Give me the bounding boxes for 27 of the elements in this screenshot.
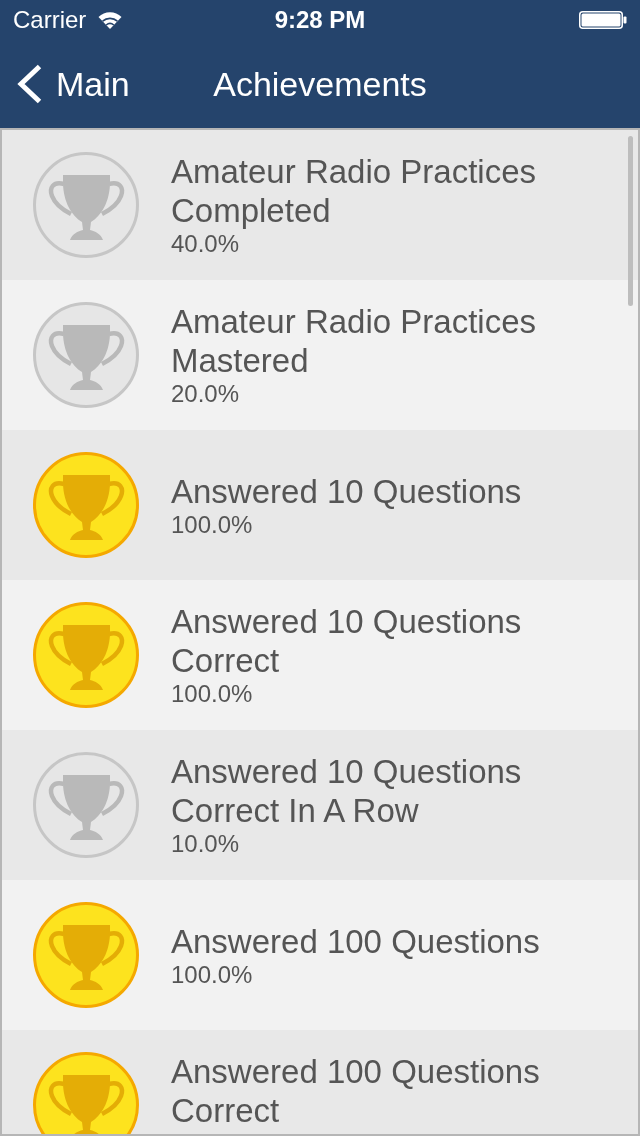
progress-percentage: 10.0%	[171, 830, 240, 858]
progress-percentage: 20.0%	[171, 380, 240, 408]
back-button[interactable]: Main	[0, 64, 130, 104]
achievement-title: Amateur Radio Practices Mastered	[171, 302, 537, 380]
achievement-row[interactable]: Answered 10 Questions Correct 100.0%	[2, 580, 638, 730]
achievement-row[interactable]: Answered 100 Questions 100.0%	[2, 880, 638, 1030]
achievement-row[interactable]: Answered 100 Questions Correct	[2, 1030, 638, 1134]
carrier-name: Carrier	[13, 6, 87, 34]
progress-percentage: 100.0%	[171, 960, 253, 989]
wifi-icon	[98, 11, 123, 29]
progress-percentage: 100.0%	[171, 680, 253, 708]
progress-percentage: 40.0%	[171, 230, 240, 258]
achievement-title: Answered 100 Questions	[171, 921, 541, 961]
battery-icon	[579, 11, 627, 29]
status-time: 9:28 PM	[274, 6, 366, 34]
achievement-row[interactable]: Amateur Radio Practices Completed 40.0%	[2, 130, 638, 280]
achievement-title: Answered 100 Questions Correct	[171, 1052, 541, 1130]
achievement-row[interactable]: Answered 10 Questions 100.0%	[2, 430, 638, 580]
achievement-title: Answered 10 Questions Correct In A Row	[171, 752, 523, 830]
chevron-left-icon	[16, 64, 43, 104]
progress-percentage: 100.0%	[171, 510, 253, 539]
screen-title: Achievements	[213, 64, 427, 104]
achievement-title: Answered 10 Questions	[171, 471, 523, 511]
achievement-row[interactable]: Amateur Radio Practices Mastered 20.0%	[2, 280, 638, 430]
achievement-row[interactable]: Answered 10 Questions Correct In A Row 10.0%	[2, 730, 638, 880]
achievement-title: Answered 10 Questions Correct	[171, 602, 523, 680]
achievement-title: Amateur Radio Practices Completed	[171, 152, 537, 230]
